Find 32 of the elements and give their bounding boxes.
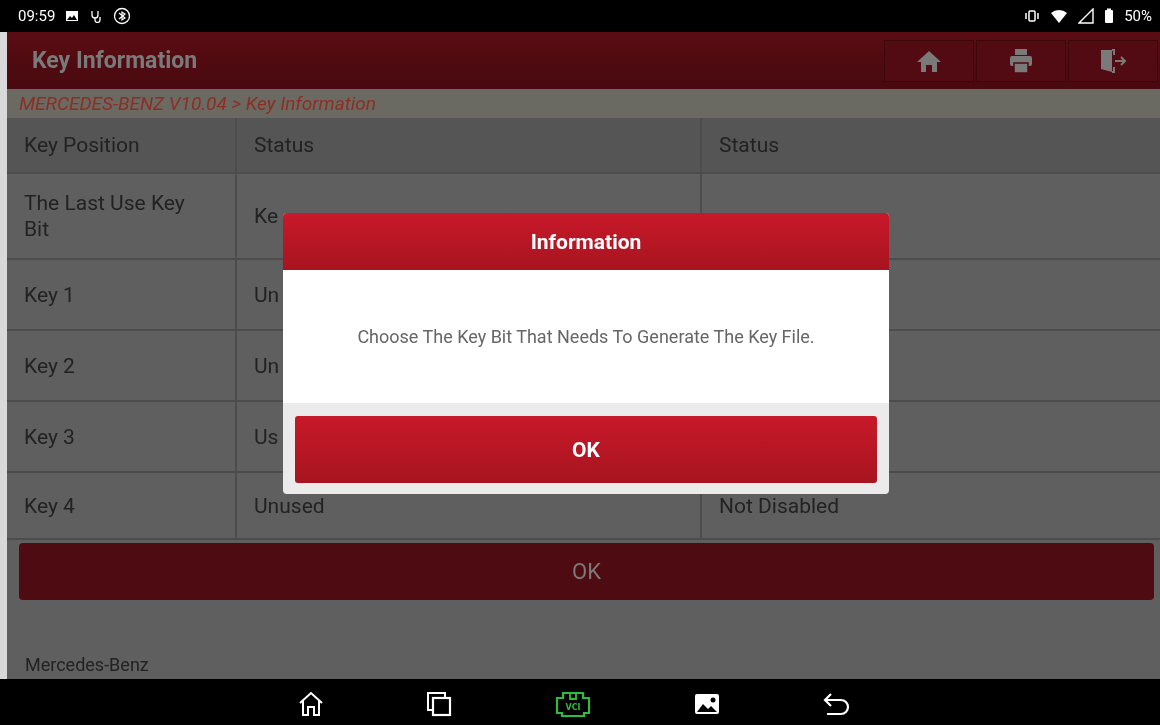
signal-icon <box>1078 8 1095 24</box>
exit-door-icon <box>1099 48 1127 73</box>
recent-apps-icon[interactable] <box>425 690 453 718</box>
breadcrumb: MERCEDES-BENZ V10.04 > Key Information <box>7 89 1160 118</box>
screen-title: Key Information <box>32 47 199 74</box>
vci-connector-icon[interactable]: VCI <box>553 690 593 718</box>
vibrate-icon <box>1024 9 1041 23</box>
battery-icon <box>1104 8 1115 24</box>
vehicle-name: Mercedes-Benz <box>25 654 149 675</box>
printer-icon <box>1008 47 1034 74</box>
battery-percent: 50% <box>1124 7 1152 25</box>
wifi-icon <box>1050 8 1069 24</box>
print-button[interactable] <box>976 39 1066 82</box>
ok-button[interactable]: OK <box>19 543 1154 600</box>
exit-button[interactable] <box>1068 39 1158 82</box>
bluetooth-icon <box>113 7 132 25</box>
image-icon <box>65 9 80 23</box>
dialog-message: Choose The Key Bit That Needs To Generate The Key File. <box>283 270 889 403</box>
table-cell-text: Not Disabled <box>718 492 841 520</box>
table-cell: Key 3 <box>7 402 237 471</box>
back-icon[interactable] <box>821 690 851 718</box>
table-cell: Key 2 <box>7 331 237 400</box>
table-cell: Key 1 <box>7 260 237 329</box>
home-button[interactable] <box>884 39 974 82</box>
home-icon[interactable] <box>297 690 325 718</box>
table-cell: Key 4 <box>7 473 237 538</box>
dialog-title: Information <box>283 213 889 270</box>
clock-time: 09:59 <box>18 7 56 25</box>
stethoscope-icon <box>89 9 104 23</box>
dialog-ok-button[interactable]: OK <box>295 416 877 483</box>
table-cell: The Last Use Key Bit <box>7 174 237 258</box>
home-icon <box>916 48 942 73</box>
